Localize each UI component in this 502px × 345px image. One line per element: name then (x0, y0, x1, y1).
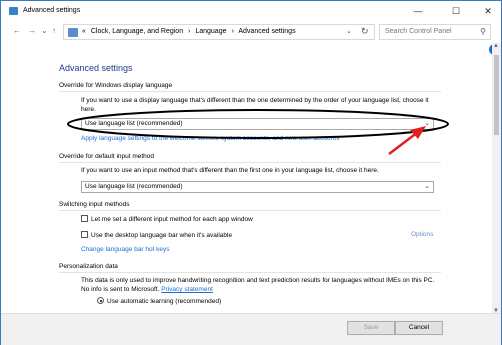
chevron-down-icon: ⌄ (424, 183, 430, 190)
maximize-button[interactable]: ☐ (443, 1, 469, 21)
title-bar: Advanced settings — ☐ ✕ (1, 1, 501, 21)
automatic-learning-label: Use automatic learning (recommended) (107, 298, 222, 305)
divider (59, 162, 441, 163)
automatic-learning-radio[interactable]: Use automatic learning (recommended) (97, 297, 221, 305)
close-button[interactable]: ✕ (475, 1, 501, 21)
override-input-title: Override for default input method (59, 153, 155, 160)
breadcrumb-item[interactable]: Clock, Language, and Region (91, 28, 183, 35)
minimize-button[interactable]: — (405, 1, 431, 21)
display-language-value: Use language list (recommended) (85, 120, 183, 127)
input-method-value: Use language list (recommended) (85, 183, 183, 190)
personalization-description: This data is only used to improve handwr… (81, 276, 437, 294)
breadcrumb-path: « Clock, Language, and Region › Language… (82, 28, 299, 35)
language-bar-options-link[interactable]: Options (411, 231, 433, 238)
divider (59, 272, 441, 273)
scroll-up-icon[interactable]: ▲ (493, 43, 499, 49)
override-input-description: If you want to use an input method that'… (81, 167, 379, 174)
address-bar: ← → ⌄ ↑ « Clock, Language, and Region › … (1, 21, 501, 43)
personalization-title: Personalization data (59, 263, 118, 270)
recent-locations-icon[interactable]: ⌄ (41, 26, 48, 35)
checkbox-icon[interactable] (81, 215, 88, 222)
personalization-text: This data is only used to improve handwr… (81, 277, 435, 293)
back-arrow-icon[interactable]: ← (13, 26, 21, 35)
checkbox-icon[interactable] (81, 231, 88, 238)
display-language-select[interactable]: Use language list (recommended) ⌄ (81, 118, 434, 130)
dialog-footer: Save Cancel (1, 313, 501, 345)
radio-selected-icon[interactable] (97, 297, 104, 304)
control-panel-icon (9, 7, 18, 15)
change-hot-keys-link[interactable]: Change language bar hot keys (81, 246, 170, 253)
main-content: Advanced settings Override for Windows d… (1, 43, 493, 313)
advanced-settings-window: Advanced settings — ☐ ✕ ← → ⌄ ↑ « Clock,… (0, 0, 502, 345)
page-title: Advanced settings (59, 63, 133, 73)
save-button[interactable]: Save (347, 321, 395, 335)
breadcrumb-item[interactable]: Language (195, 28, 226, 35)
breadcrumb[interactable]: « Clock, Language, and Region › Language… (63, 24, 375, 40)
override-display-title: Override for Windows display language (59, 82, 173, 89)
cancel-button[interactable]: Cancel (395, 321, 443, 335)
breadcrumb-item[interactable]: Advanced settings (238, 28, 295, 35)
breadcrumb-separator[interactable]: › (188, 28, 190, 35)
breadcrumb-separator[interactable]: › (231, 28, 233, 35)
control-panel-folder-icon (68, 28, 78, 37)
refresh-icon[interactable]: ↻ (361, 26, 369, 37)
per-app-input-label: Let me set a different input method for … (91, 216, 253, 223)
input-method-select[interactable]: Use language list (recommended) ⌄ (81, 181, 434, 193)
search-input[interactable]: Search Control Panel ⚲ (379, 24, 491, 40)
apply-language-settings-link[interactable]: Apply language settings to the welcome s… (81, 135, 339, 142)
vertical-scrollbar[interactable]: ▲ ▼ (492, 43, 501, 316)
desktop-language-bar-label: Use the desktop language bar when it's a… (91, 232, 233, 239)
window-title: Advanced settings (23, 7, 81, 14)
chevron-down-icon: ⌄ (424, 120, 430, 127)
search-icon[interactable]: ⚲ (480, 27, 486, 36)
privacy-statement-link[interactable]: Privacy statement (161, 286, 213, 293)
divider (59, 210, 441, 211)
forward-arrow-icon[interactable]: → (28, 26, 36, 35)
address-dropdown-icon[interactable]: ⌄ (346, 27, 352, 35)
switching-title: Switching input methods (59, 201, 130, 208)
search-placeholder: Search Control Panel (385, 28, 452, 35)
up-arrow-icon[interactable]: ↑ (52, 26, 56, 35)
scroll-thumb[interactable] (494, 55, 499, 135)
breadcrumb-overflow[interactable]: « (82, 28, 86, 35)
divider (59, 91, 441, 92)
per-app-input-checkbox[interactable]: Let me set a different input method for … (81, 215, 253, 223)
desktop-language-bar-checkbox[interactable]: Use the desktop language bar when it's a… (81, 231, 232, 239)
override-display-description: If you want to use a display language th… (81, 97, 429, 113)
settings-pane: Advanced settings Override for Windows d… (51, 43, 443, 313)
